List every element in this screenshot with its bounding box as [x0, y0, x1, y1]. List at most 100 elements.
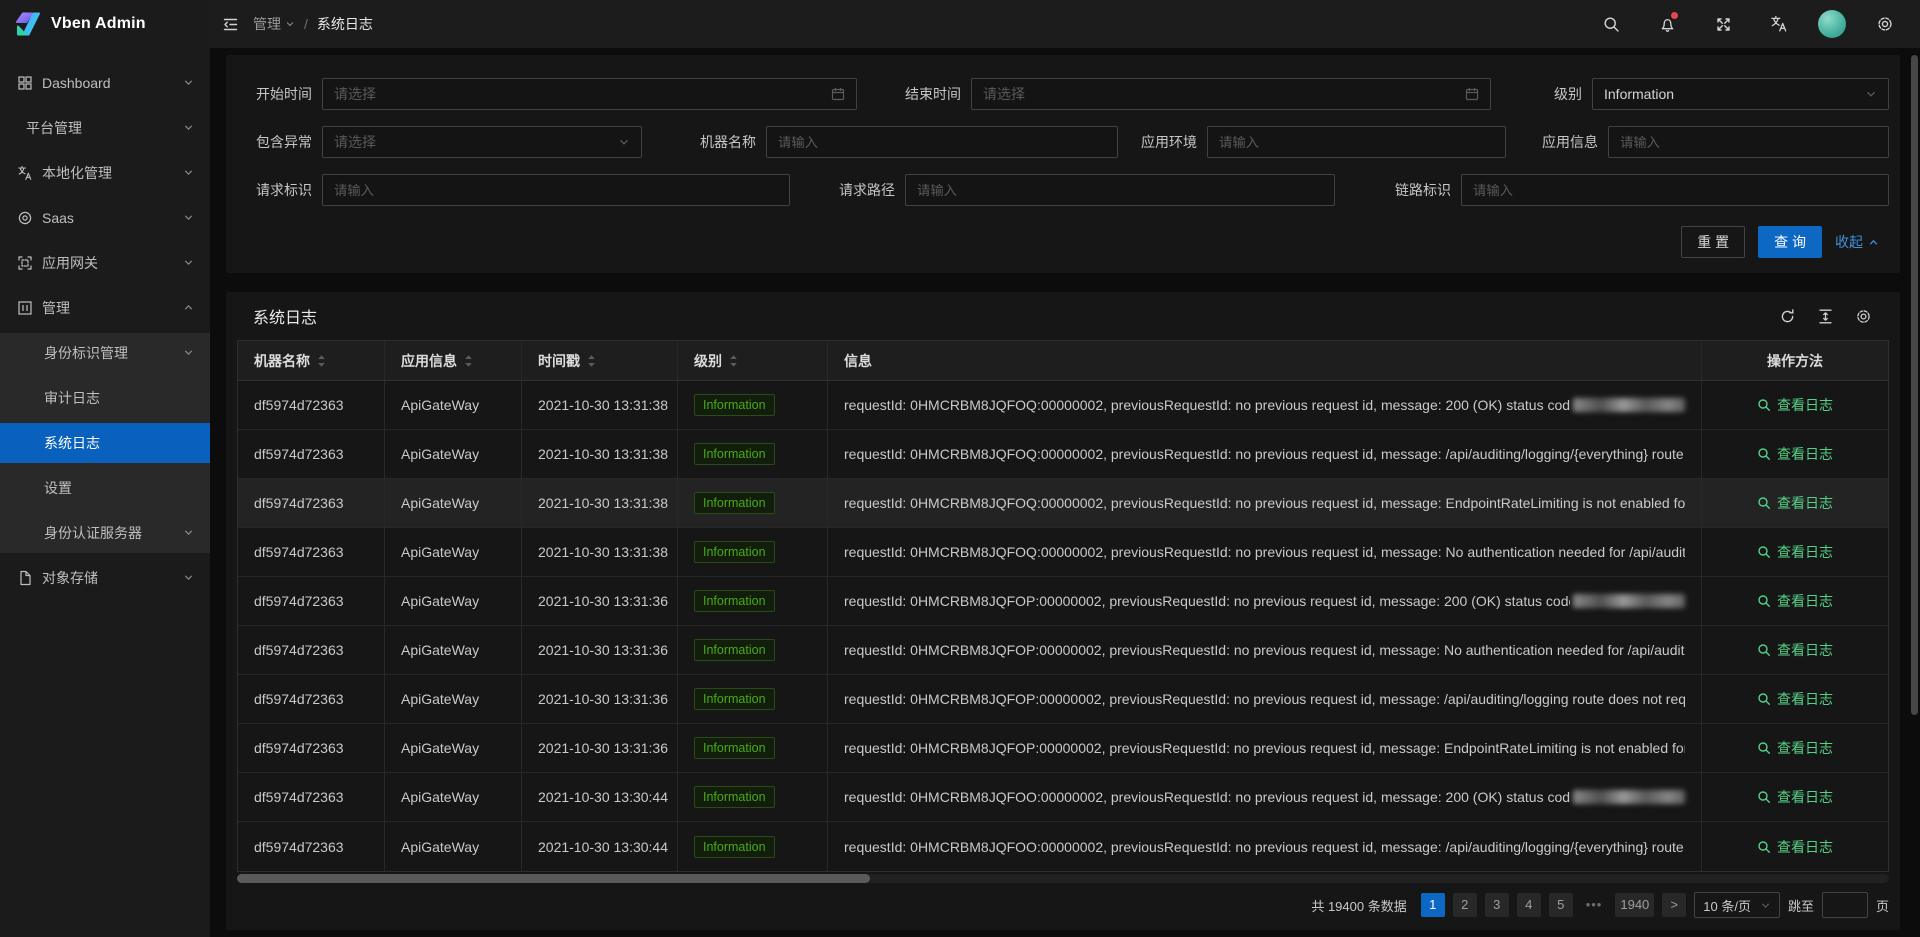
pagination-page-3[interactable]: 3: [1485, 893, 1509, 917]
notification-bell-icon[interactable]: [1650, 0, 1684, 48]
sidebar-item-object-storage[interactable]: 对象存储: [0, 558, 210, 598]
reset-button[interactable]: 重 置: [1681, 226, 1745, 258]
sidebar-item-label: 身份标识管理: [44, 343, 128, 363]
page-vertical-scrollbar-thumb[interactable]: [1911, 55, 1918, 715]
view-log-link[interactable]: 查看日志: [1757, 542, 1833, 562]
view-log-link[interactable]: 查看日志: [1757, 787, 1833, 807]
sidebar-item-label: 应用网关: [42, 253, 98, 273]
field-label: 请求标识: [242, 180, 312, 200]
cell-message: requestId: 0HMCRBM8JQFOO:00000002, previ…: [828, 822, 1702, 871]
sidebar-item-system-log[interactable]: 系统日志: [0, 423, 210, 463]
column-header-timestamp[interactable]: 时间戳: [522, 341, 678, 380]
view-log-link[interactable]: 查看日志: [1757, 444, 1833, 464]
chevron-down-icon: [183, 347, 194, 358]
field-level: 级别 Information: [1550, 78, 1889, 110]
saas-icon: [17, 210, 33, 226]
machine-name-input[interactable]: [766, 126, 1118, 158]
cell-machine-name: df5974d72363: [238, 626, 385, 674]
sidebar-menu: Dashboard 平台管理本地化管理 Saas 应用网关管理身份标识管理审计日志系统…: [0, 48, 210, 598]
table-body: df5974d72363 ApiGateWay 2021-10-30 13:31…: [238, 381, 1888, 871]
cell-timestamp: 2021-10-30 13:31:38: [522, 381, 678, 429]
field-request-path: 请求路径: [825, 174, 1335, 206]
row-height-icon[interactable]: [1817, 308, 1834, 325]
has-exception-select[interactable]: 请选择: [322, 126, 642, 158]
request-path-input[interactable]: [905, 174, 1335, 206]
view-log-link[interactable]: 查看日志: [1757, 493, 1833, 513]
view-log-link[interactable]: 查看日志: [1757, 640, 1833, 660]
cell-level: Information: [678, 675, 828, 723]
level-select[interactable]: Information: [1592, 78, 1889, 110]
table-row: df5974d72363 ApiGateWay 2021-10-30 13:31…: [238, 626, 1888, 675]
table-row: df5974d72363 ApiGateWay 2021-10-30 13:31…: [238, 430, 1888, 479]
sidebar-item-identity[interactable]: 身份标识管理: [0, 333, 210, 373]
sidebar-item-platform[interactable]: 平台管理: [0, 108, 210, 148]
pagination-page-1940[interactable]: 1940: [1615, 893, 1654, 917]
chevron-up-icon: [1868, 237, 1879, 248]
calendar-icon: [1465, 87, 1479, 101]
view-log-link[interactable]: 查看日志: [1757, 689, 1833, 709]
view-log-link[interactable]: 查看日志: [1757, 395, 1833, 415]
jump-label: 跳至: [1788, 896, 1814, 915]
cell-message: requestId: 0HMCRBM8JQFOQ:00000002, previ…: [828, 381, 1702, 429]
refresh-icon[interactable]: [1779, 308, 1796, 325]
horizontal-scrollbar-thumb[interactable]: [237, 874, 870, 883]
table-header-row: 机器名称应用信息时间戳级别信息操作方法: [238, 341, 1888, 381]
page-size-select[interactable]: 10 条/页: [1694, 892, 1780, 918]
column-header-app[interactable]: 应用信息: [385, 341, 522, 380]
column-settings-gear-icon[interactable]: [1855, 308, 1872, 325]
sidebar-item-audit-log[interactable]: 审计日志: [0, 378, 210, 418]
trace-id-input[interactable]: [1461, 174, 1889, 206]
chevron-down-icon: [183, 122, 194, 133]
pagination-page-1[interactable]: 1: [1421, 893, 1445, 917]
field-machine-name: 机器名称: [686, 126, 1118, 158]
sidebar-item-management[interactable]: 管理: [0, 288, 210, 328]
cell-action: 查看日志: [1702, 381, 1888, 429]
cell-machine-name: df5974d72363: [238, 479, 385, 527]
cell-action: 查看日志: [1702, 577, 1888, 625]
request-id-input[interactable]: [322, 174, 790, 206]
user-avatar[interactable]: [1818, 10, 1846, 38]
sidebar-item-settings[interactable]: 设置: [0, 468, 210, 508]
pagination-page-4[interactable]: 4: [1517, 893, 1541, 917]
sidebar-item-saas[interactable]: Saas: [0, 198, 210, 238]
pagination: 共 19400 条数据 12345•••1940 > 10 条/页 跳至 页: [226, 892, 1900, 918]
pagination-next-button[interactable]: >: [1662, 893, 1686, 917]
cell-message: requestId: 0HMCRBM8JQFOO:00000002, previ…: [828, 773, 1702, 821]
end-time-picker[interactable]: 请选择: [971, 78, 1491, 110]
menu-fold-icon[interactable]: [222, 16, 239, 33]
sidebar-item-label: 对象存储: [42, 568, 98, 588]
view-log-link[interactable]: 查看日志: [1757, 591, 1833, 611]
app-info-input[interactable]: [1608, 126, 1889, 158]
translate-icon[interactable]: [1762, 0, 1796, 48]
table-row: df5974d72363 ApiGateWay 2021-10-30 13:31…: [238, 675, 1888, 724]
cell-level: Information: [678, 528, 828, 576]
level-badge: Information: [694, 836, 775, 858]
level-badge: Information: [694, 688, 775, 710]
settings-gear-icon[interactable]: [1868, 0, 1902, 48]
page-jump-input[interactable]: [1822, 892, 1868, 918]
level-badge: Information: [694, 590, 775, 612]
field-request-id: 请求标识: [242, 174, 790, 206]
field-label: 开始时间: [242, 84, 312, 104]
pagination-page-5[interactable]: 5: [1549, 893, 1573, 917]
sidebar-item-auth-server[interactable]: 身份认证服务器: [0, 513, 210, 553]
sidebar-item-gateway[interactable]: 应用网关: [0, 243, 210, 283]
logo[interactable]: Vben Admin: [0, 0, 210, 48]
pagination-page-2[interactable]: 2: [1453, 893, 1477, 917]
fullscreen-icon[interactable]: [1706, 0, 1740, 48]
sidebar-item-label: 本地化管理: [42, 163, 112, 183]
start-time-picker[interactable]: 请选择: [322, 78, 857, 110]
search-icon[interactable]: [1594, 0, 1628, 48]
view-log-link[interactable]: 查看日志: [1757, 837, 1833, 857]
breadcrumb-section[interactable]: 管理: [253, 14, 295, 34]
app-env-input[interactable]: [1207, 126, 1506, 158]
field-label: 应用环境: [1127, 132, 1197, 152]
sidebar-item-localization[interactable]: 本地化管理: [0, 153, 210, 193]
view-log-link[interactable]: 查看日志: [1757, 738, 1833, 758]
search-button[interactable]: 查 询: [1758, 226, 1822, 258]
sidebar-item-label: 设置: [44, 478, 72, 498]
column-header-level[interactable]: 级别: [678, 341, 828, 380]
collapse-filter-link[interactable]: 收起: [1835, 232, 1879, 252]
column-header-machine[interactable]: 机器名称: [238, 341, 385, 380]
sidebar-item-dashboard[interactable]: Dashboard: [0, 63, 210, 103]
